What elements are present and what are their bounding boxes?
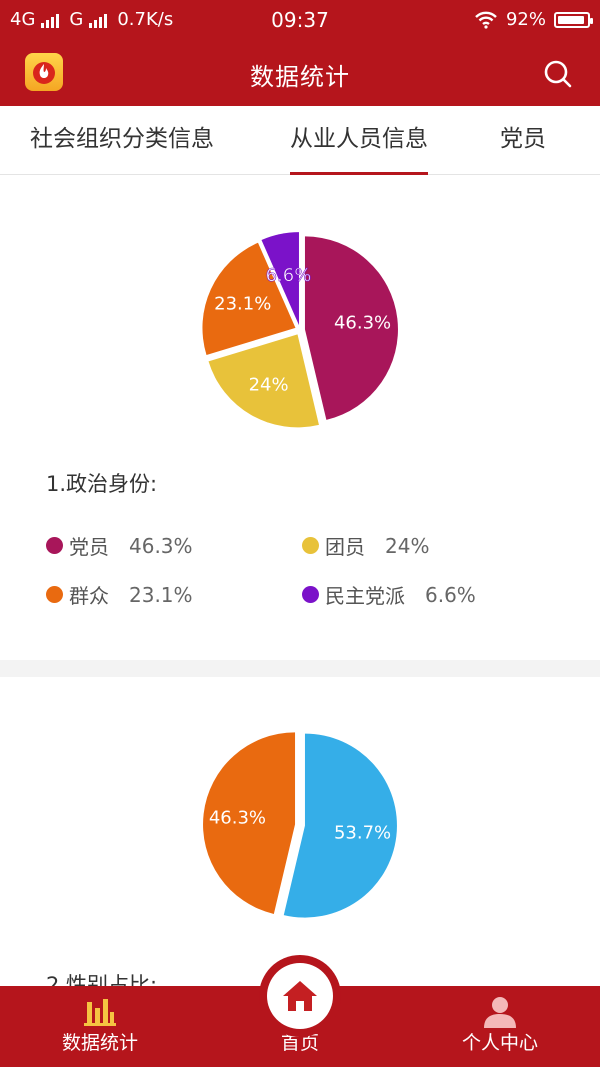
- legend-label: 群众: [69, 584, 109, 608]
- nav-item-statistics[interactable]: 数据统计: [40, 986, 160, 1067]
- app-header: 数据统计: [0, 40, 600, 106]
- home-button-inner: [267, 963, 333, 1029]
- home-button[interactable]: [259, 955, 341, 1037]
- home-icon: [283, 981, 317, 1011]
- legend-dot: [46, 537, 63, 554]
- nav-label-statistics: 数据统计: [61, 1032, 138, 1054]
- pie-slice-label: 23.1%: [214, 294, 271, 315]
- tab-bar: 社会组织分类信息 从业人员信息 党员: [0, 106, 600, 175]
- tab-org-classification[interactable]: 社会组织分类信息: [30, 106, 214, 174]
- bar-chart-icon: [84, 999, 116, 1026]
- legend-label: 党员: [69, 535, 109, 559]
- legend-item: 群众 23.1%: [46, 580, 193, 609]
- legend-value: 24%: [385, 533, 430, 558]
- pie-slice-label: 24%: [249, 375, 289, 396]
- gender-ratio-card: 53.7% 46.3% 2.性别占比:: [0, 677, 600, 997]
- legend-value: 6.6%: [425, 582, 476, 607]
- nav-label-profile: 个人中心: [461, 1032, 538, 1054]
- pie-slice-label: 6.6%: [266, 265, 312, 286]
- political-identity-card: 46.3% 24% 23.1% 6.6% 1.政治身份: 党员 46.3% 团员 24…: [0, 175, 600, 660]
- legend-value: 46.3%: [129, 533, 193, 558]
- legend-dot: [302, 537, 319, 554]
- legend-item: 团员 24%: [302, 531, 429, 560]
- legend-value: 23.1%: [129, 582, 193, 607]
- battery-percent: 92%: [505, 9, 546, 30]
- pie-slice-label: 53.7%: [334, 822, 391, 843]
- tab-staff-info[interactable]: 从业人员信息: [290, 106, 428, 175]
- page-title: 数据统计: [250, 63, 350, 91]
- battery-fill: [558, 15, 584, 24]
- wifi-icon: [475, 11, 497, 29]
- legend-dot: [302, 586, 319, 603]
- legend-item: 民主党派 6.6%: [302, 580, 476, 609]
- legend-dot: [46, 586, 63, 603]
- pie-slice-label: 46.3%: [334, 313, 391, 334]
- pie-slice-label: 46.3%: [209, 808, 266, 829]
- section-title-political: 1.政治身份:: [46, 472, 158, 496]
- legend-item: 党员 46.3%: [46, 531, 193, 560]
- legend-label: 民主党派: [325, 584, 405, 608]
- nav-item-profile[interactable]: 个人中心: [440, 986, 560, 1067]
- gender-ratio-pie-chart: 53.7% 46.3%: [203, 732, 397, 918]
- legend-label: 团员: [325, 535, 365, 559]
- search-icon[interactable]: [542, 58, 574, 90]
- status-bar: 4G G 0.7K/s 09:37 92%: [0, 0, 600, 40]
- political-identity-pie-chart: 46.3% 24% 23.1% 6.6%: [202, 232, 398, 428]
- user-icon: [484, 997, 516, 1028]
- battery-icon: [554, 11, 593, 28]
- tab-party-members[interactable]: 党员: [500, 106, 546, 174]
